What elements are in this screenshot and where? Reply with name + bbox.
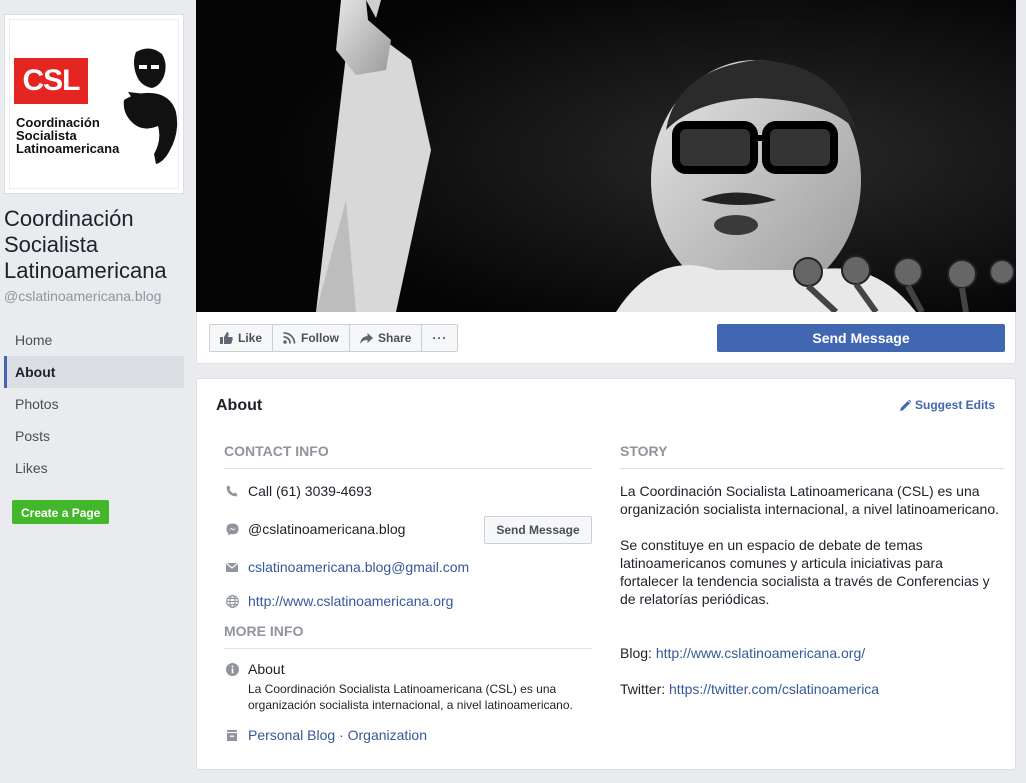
share-label: Share (378, 331, 412, 345)
pencil-icon (899, 399, 911, 411)
category-organization-link[interactable]: Organization (348, 727, 427, 743)
messenger-row[interactable]: @cslatinoamericana.blog (224, 521, 405, 537)
share-arrow-icon (360, 332, 374, 344)
contact-info-section: CONTACT INFO Call (61) 3039-4693 @cslati… (224, 443, 592, 743)
story-paragraph-1: La Coordinación Socialista Latinoamerica… (620, 483, 999, 517)
send-message-button[interactable]: Send Message (717, 324, 1005, 352)
more-info-heading: MORE INFO (224, 623, 592, 649)
about-heading: About (216, 397, 263, 414)
page-nav: Home About Photos Posts Likes (4, 324, 184, 484)
email-link[interactable]: cslatinoamericana.blog@gmail.com (248, 559, 469, 575)
nav-item-photos[interactable]: Photos (4, 388, 184, 420)
about-label: About (248, 661, 285, 677)
follow-label: Follow (301, 331, 340, 345)
page-title: Coordinación Socialista Latinoamericana (4, 206, 167, 283)
rss-icon (283, 332, 296, 344)
story-twitter-line: Twitter: https://twitter.com/cslatinoame… (620, 680, 1004, 698)
messenger-handle: @cslatinoamericana.blog (248, 521, 406, 537)
logo-text: Coordinación Socialista Latinoamericana (16, 116, 119, 155)
csl-logo: CSL Coordinación Socialista Latinoameric… (9, 19, 179, 189)
like-button[interactable]: Like (210, 325, 274, 351)
nav-item-posts[interactable]: Posts (4, 420, 184, 452)
globe-icon (224, 594, 240, 608)
profile-picture[interactable]: CSL Coordinación Socialista Latinoameric… (4, 14, 184, 194)
nav-item-about[interactable]: About (4, 356, 184, 388)
send-message-small-button[interactable]: Send Message (484, 516, 592, 544)
blog-link[interactable]: http://www.cslatinoamericana.org/ (656, 645, 865, 661)
left-column: CSL Coordinación Socialista Latinoameric… (0, 0, 196, 783)
category-icon (224, 729, 240, 741)
phone-icon (224, 485, 240, 497)
messenger-icon (224, 523, 240, 536)
create-page-button[interactable]: Create a Page (12, 500, 110, 524)
story-section: STORY La Coordinación Socialista Latinoa… (620, 443, 1004, 698)
more-options-button[interactable]: ··· (422, 325, 457, 351)
logo-line-3: Latinoamericana (16, 141, 120, 156)
phone-row[interactable]: Call (61) 3039-4693 (224, 483, 372, 499)
about-info-block: About La Coordinación Socialista Latinoa… (224, 661, 592, 713)
about-card: About Suggest Edits CONTACT INFO Call (6… (196, 378, 1016, 770)
story-blog-line: Blog: http://www.cslatinoamericana.org/ (620, 644, 1004, 662)
suggest-edits-link[interactable]: Suggest Edits (899, 398, 995, 412)
cover-photo-image (196, 0, 1016, 312)
website-row[interactable]: http://www.cslatinoamericana.org (224, 593, 453, 609)
category-separator: · (335, 727, 348, 743)
twitter-link[interactable]: https://twitter.com/cslatinoamerica (669, 681, 879, 697)
share-button[interactable]: Share (350, 325, 423, 351)
info-icon (224, 662, 240, 676)
story-heading: STORY (620, 443, 1004, 469)
about-row: About (224, 661, 592, 677)
csl-logo-badge: CSL (14, 58, 88, 104)
suggest-edits-label: Suggest Edits (914, 398, 995, 412)
action-bar: Like Follow Share ··· Send Message (196, 312, 1016, 364)
story-paragraph-2: Se constituye en un espacio de debate de… (620, 537, 990, 607)
contact-info-heading: CONTACT INFO (224, 443, 592, 469)
twitter-label: Twitter: (620, 681, 670, 697)
nav-item-likes[interactable]: Likes (4, 452, 184, 484)
about-description: La Coordinación Socialista Latinoamerica… (248, 682, 573, 712)
thumbs-up-icon (220, 332, 233, 344)
website-link[interactable]: http://www.cslatinoamericana.org (248, 593, 453, 609)
nav-item-home[interactable]: Home (4, 324, 184, 356)
email-row[interactable]: cslatinoamericana.blog@gmail.com (224, 559, 469, 575)
blog-label: Blog: (620, 645, 656, 661)
category-personal-blog-link[interactable]: Personal Blog (248, 727, 335, 743)
page-actions-group: Like Follow Share ··· (209, 324, 459, 352)
envelope-icon (224, 562, 240, 572)
cover-photo[interactable] (196, 0, 1016, 312)
page-handle[interactable]: @cslatinoamericana.blog (4, 288, 161, 304)
more-options-icon: ··· (432, 331, 448, 345)
category-row: Personal Blog · Organization (224, 727, 427, 743)
follow-button[interactable]: Follow (273, 325, 351, 351)
phone-number: Call (61) 3039-4693 (248, 483, 372, 499)
like-label: Like (238, 331, 263, 345)
logo-figure-icon (123, 48, 178, 164)
